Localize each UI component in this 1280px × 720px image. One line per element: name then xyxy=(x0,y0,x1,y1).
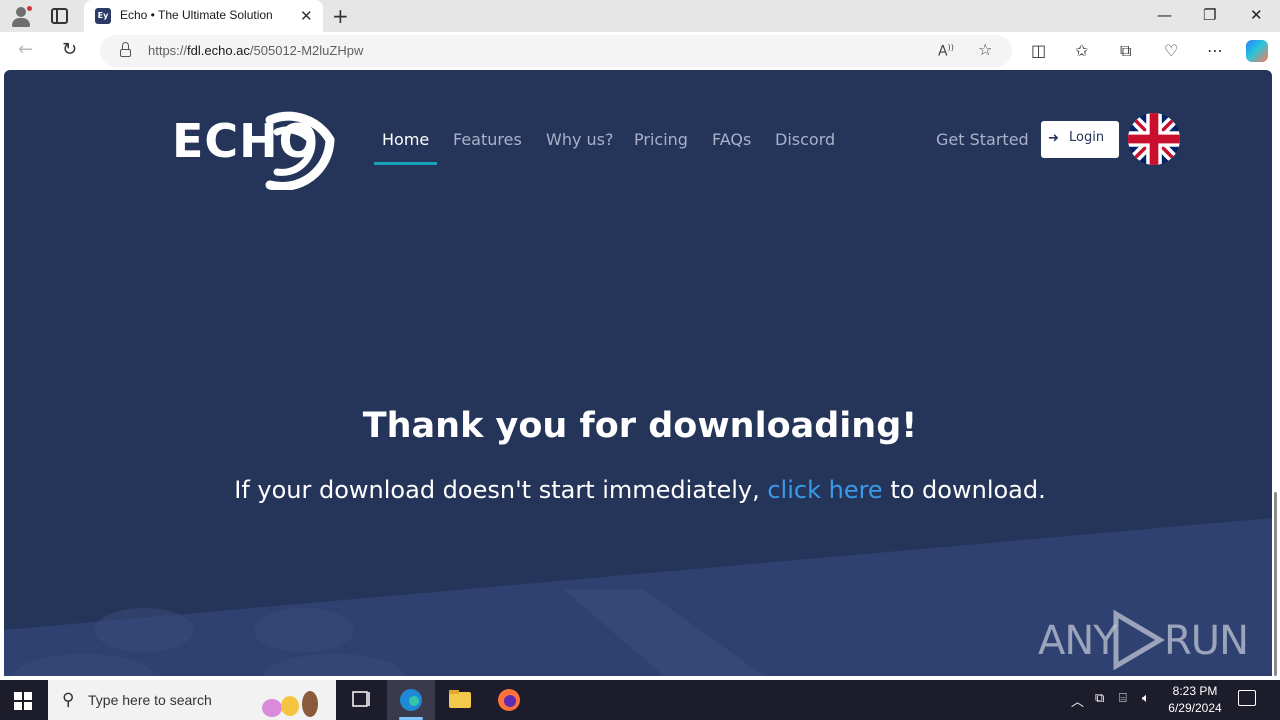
more-menu-icon[interactable]: ⋯ xyxy=(1207,41,1223,60)
lock-icon[interactable] xyxy=(120,42,131,57)
nav-pricing[interactable]: Pricing xyxy=(634,130,688,149)
uk-flag-icon[interactable] xyxy=(1128,113,1180,165)
search-placeholder: Type here to search xyxy=(88,692,212,708)
edge-app-icon[interactable] xyxy=(387,680,435,720)
file-explorer-icon[interactable] xyxy=(436,680,484,720)
login-button[interactable]: ➜ Login xyxy=(1041,121,1119,158)
url-text[interactable]: https://fdl.echo.ac/505012-M2luZHpw xyxy=(148,43,363,58)
sign-in-icon: ➜ xyxy=(1048,131,1059,146)
echo-logo[interactable]: ECHO xyxy=(170,90,340,190)
tab-title: Echo • The Ultimate Solution xyxy=(120,8,273,22)
taskbar-search[interactable]: ⚲ Type here to search xyxy=(48,680,336,720)
refresh-icon[interactable]: ↻ xyxy=(62,39,77,60)
address-bar[interactable]: https://fdl.echo.ac/505012-M2luZHpw A)) … xyxy=(100,35,1012,67)
restore-icon[interactable]: ❐ xyxy=(1203,6,1216,24)
anyrun-watermark: ANY RUN xyxy=(1038,608,1249,672)
web-page: ECHO Home Features Why us? Pricing FAQs … xyxy=(4,70,1272,676)
collections-icon[interactable]: ⧉ xyxy=(1120,41,1131,61)
read-aloud-icon[interactable]: A)) xyxy=(938,43,954,60)
favorites-icon[interactable]: ✩ xyxy=(1075,41,1088,60)
thank-you-heading: Thank you for downloading! xyxy=(362,406,918,446)
meet-now-icon[interactable]: ⧉ xyxy=(1095,691,1104,706)
active-nav-underline xyxy=(374,162,437,165)
click-here-link[interactable]: click here xyxy=(767,476,882,504)
split-screen-icon[interactable]: ◫ xyxy=(1031,41,1046,60)
login-label: Login xyxy=(1069,130,1105,145)
profile-avatar-icon[interactable] xyxy=(11,5,33,27)
windows-start-icon[interactable] xyxy=(14,692,32,710)
clock-time[interactable]: 8:23 PM xyxy=(1165,684,1225,698)
minimize-icon[interactable]: — xyxy=(1157,6,1172,24)
nav-why-us[interactable]: Why us? xyxy=(546,130,613,149)
task-view-icon[interactable] xyxy=(336,680,384,720)
browser-tab[interactable]: Ey Echo • The Ultimate Solution ✕ xyxy=(84,0,323,32)
play-triangle-icon xyxy=(1113,610,1165,670)
echo-favicon-icon: Ey xyxy=(95,8,111,24)
favorite-star-icon[interactable]: ☆ xyxy=(978,40,992,59)
easter-eggs-icon xyxy=(262,691,318,717)
network-icon[interactable]: ⌸ xyxy=(1119,691,1127,706)
tab-close-icon[interactable]: ✕ xyxy=(300,7,313,25)
search-icon: ⚲ xyxy=(62,690,75,710)
browser-essentials-icon[interactable]: ♡ xyxy=(1164,41,1178,60)
tab-actions-icon[interactable] xyxy=(51,8,68,24)
firefox-icon[interactable] xyxy=(485,680,533,720)
volume-icon[interactable]: 🔈︎ xyxy=(1142,691,1150,706)
back-arrow-icon[interactable]: ← xyxy=(18,39,33,60)
nav-features[interactable]: Features xyxy=(453,130,522,149)
copilot-icon[interactable] xyxy=(1246,40,1268,62)
nav-home[interactable]: Home xyxy=(382,130,429,149)
notification-center-icon[interactable] xyxy=(1238,690,1256,706)
window-close-icon[interactable]: ✕ xyxy=(1250,6,1263,24)
page-scrollbar[interactable] xyxy=(1272,70,1280,676)
clock-date[interactable]: 6/29/2024 xyxy=(1160,701,1230,715)
nav-discord[interactable]: Discord xyxy=(775,130,835,149)
new-tab-icon[interactable]: + xyxy=(332,4,349,28)
logo-text: ECHO xyxy=(172,114,319,168)
browser-tabstrip: Ey Echo • The Ultimate Solution ✕ + — ❐ … xyxy=(0,0,1280,32)
tray-overflow-icon[interactable]: ︿ xyxy=(1071,691,1084,710)
download-instructions: If your download doesn't start immediate… xyxy=(234,476,1046,504)
nav-faqs[interactable]: FAQs xyxy=(712,130,751,149)
windows-taskbar: ⚲ Type here to search ︿ ⧉ ⌸ 🔈︎ 8:23 PM 6… xyxy=(0,680,1280,720)
browser-toolbar: ← ↻ https://fdl.echo.ac/505012-M2luZHpw … xyxy=(0,32,1280,70)
get-started-link[interactable]: Get Started xyxy=(936,130,1029,149)
